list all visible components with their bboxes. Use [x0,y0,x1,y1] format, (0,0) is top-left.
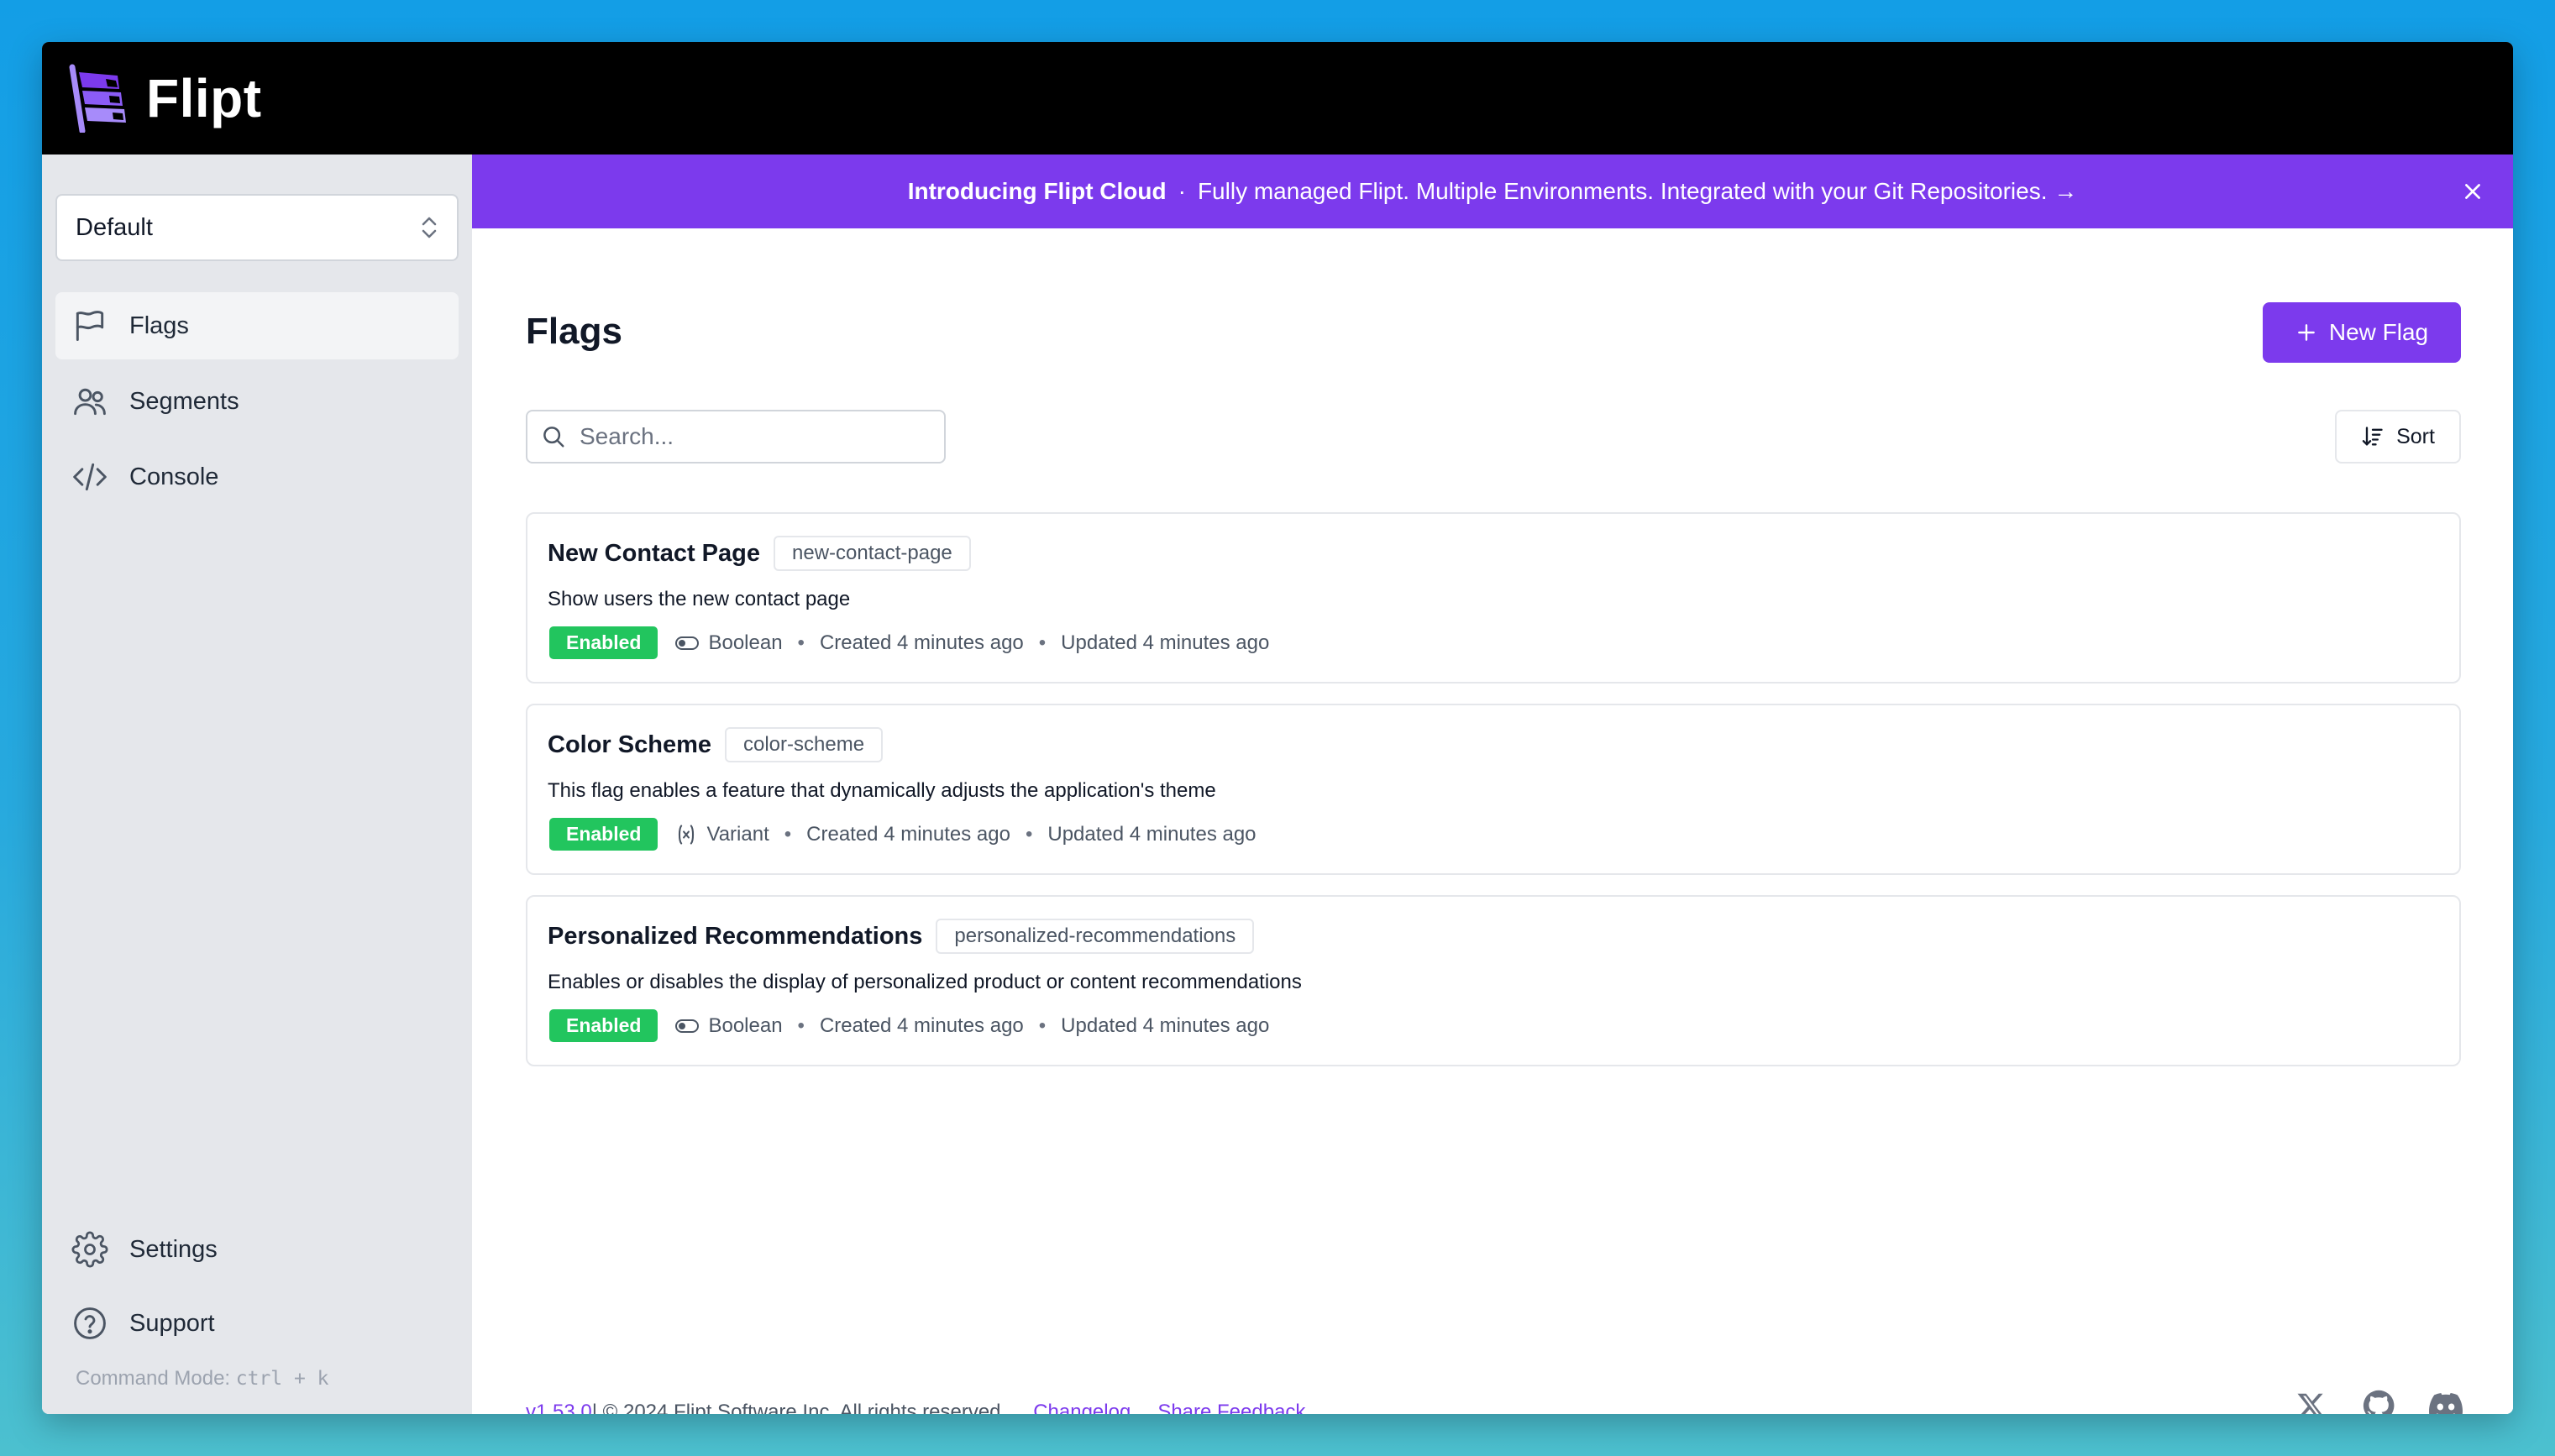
flag-name: New Contact Page [548,539,760,567]
github-icon [2363,1390,2395,1414]
status-badge: Enabled [549,818,658,851]
flag-icon [71,306,109,345]
social-links [2295,1389,2463,1414]
sidebar-item-support[interactable]: Support [55,1290,459,1357]
flag-description: Enables or disables the display of perso… [548,971,1302,993]
search-input[interactable] [580,423,932,450]
flipt-logo-icon [69,64,126,133]
discord-link[interactable] [2429,1389,2463,1414]
search-box[interactable] [526,410,946,464]
users-icon [71,382,109,421]
sidebar-item-label: Flags [129,312,189,339]
flag-type: Boolean [708,631,783,654]
flag-key: color-scheme [725,727,884,762]
flag-key: personalized-recommendations [936,919,1255,954]
app-window: Flipt Default Flags Segments Console Set… [42,42,2513,1414]
sidebar: Default Flags Segments Console Settings … [42,155,472,1414]
sort-button[interactable]: Sort [2335,410,2461,464]
flag-card[interactable]: New Contact Page new-contact-page Show u… [526,512,2461,683]
x-icon [2297,1393,2323,1414]
flag-name: Color Scheme [548,731,711,758]
search-icon [543,427,564,448]
discord-icon [2429,1393,2463,1414]
sidebar-item-settings[interactable]: Settings [55,1216,459,1283]
variable-icon [679,824,695,845]
code-icon [71,458,109,496]
footer: v1.53.0 | © 2024 Flipt Software Inc. All… [526,1401,1305,1414]
main-content: Introducing Flipt Cloud · Fully managed … [472,155,2513,1414]
flag-type: Variant [706,822,769,846]
sidebar-item-label: Segments [129,387,239,415]
version-link[interactable]: v1.53.0 [526,1401,592,1414]
flag-card[interactable]: Personalized Recommendations personalize… [526,895,2461,1066]
flag-meta: Enabled Variant • Created 4 minutes ago … [549,818,1257,851]
top-bar: Flipt [42,42,2513,155]
namespace-select[interactable]: Default [55,194,459,261]
copyright-text: | © 2024 Flipt Software Inc. All rights … [591,1401,1007,1414]
flag-updated: Updated 4 minutes ago [1047,822,1257,846]
sort-label: Sort [2396,424,2435,448]
flag-created: Created 4 minutes ago [806,822,1010,846]
sidebar-item-label: Console [129,463,219,490]
github-link[interactable] [2362,1389,2395,1414]
status-badge: Enabled [549,626,658,659]
toggle-icon [675,1019,700,1033]
flag-card[interactable]: Color Scheme color-scheme This flag enab… [526,704,2461,875]
flag-meta: Enabled Boolean • Created 4 minutes ago … [549,1009,1269,1042]
command-mode-keys: ctrl + k [235,1368,329,1390]
sidebar-item-console[interactable]: Console [55,443,459,511]
flag-updated: Updated 4 minutes ago [1061,1013,1270,1037]
flag-description: This flag enables a feature that dynamic… [548,779,1216,802]
sidebar-item-segments[interactable]: Segments [55,368,459,435]
sort-icon [2362,427,2383,446]
flag-created: Created 4 minutes ago [819,1013,1024,1037]
banner-text: Fully managed Flipt. Multiple Environmen… [1197,178,2078,204]
gear-icon [71,1230,109,1269]
flag-created: Created 4 minutes ago [819,631,1024,654]
app-name: Flipt [146,68,262,128]
flag-name: Personalized Recommendations [548,922,923,950]
namespace-value: Default [76,213,153,241]
changelog-link[interactable]: Changelog [1033,1401,1131,1414]
sidebar-item-label: Settings [129,1235,218,1263]
x-link[interactable] [2295,1389,2328,1414]
sidebar-item-flags[interactable]: Flags [55,292,459,359]
banner-separator: · [1178,178,1186,204]
sidebar-item-label: Support [129,1309,215,1337]
command-mode-hint: Command Mode: ctrl + k [76,1367,329,1390]
help-circle-icon [71,1304,109,1343]
new-flag-label: New Flag [2328,319,2429,345]
plus-icon [2298,324,2315,341]
close-icon [2465,184,2480,199]
share-feedback-link[interactable]: Share Feedback [1157,1401,1305,1414]
flag-key: new-contact-page [774,536,971,571]
status-badge: Enabled [549,1009,658,1042]
promo-banner[interactable]: Introducing Flipt Cloud · Fully managed … [472,155,2513,228]
banner-close-button[interactable] [2456,175,2489,208]
page-title: Flags [526,311,622,352]
banner-title: Introducing Flipt Cloud [907,178,1167,204]
flag-type: Boolean [708,1013,783,1037]
flag-updated: Updated 4 minutes ago [1061,631,1270,654]
flag-meta: Enabled Boolean • Created 4 minutes ago … [549,626,1269,659]
logo[interactable]: Flipt [67,64,262,133]
chevron-up-down-icon [422,217,437,238]
toggle-icon [675,636,700,650]
new-flag-button[interactable]: New Flag [2263,302,2461,363]
flag-description: Show users the new contact page [548,588,851,610]
